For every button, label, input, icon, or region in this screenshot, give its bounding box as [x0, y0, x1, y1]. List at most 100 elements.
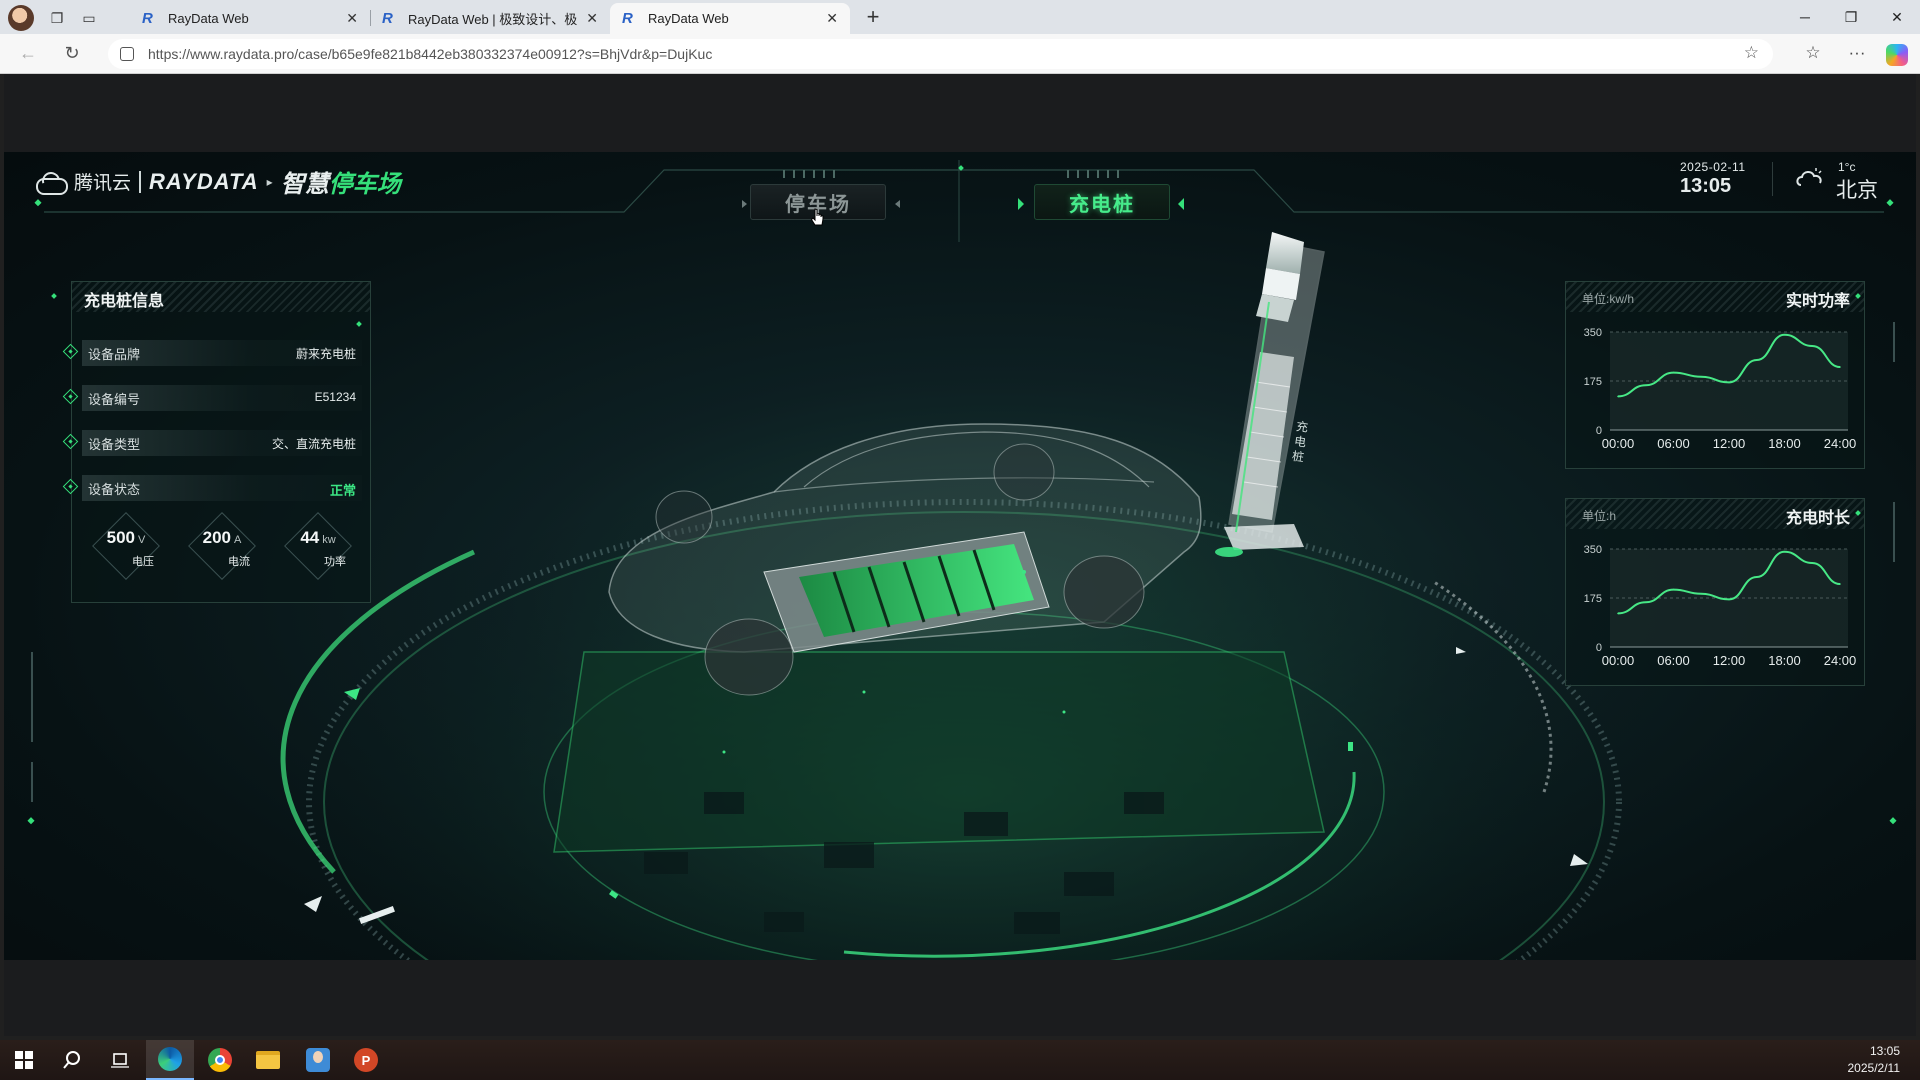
metric-unit: V — [138, 534, 146, 546]
metric-name: 电压 — [132, 556, 154, 568]
metric-value: 500 V — [96, 528, 156, 548]
row-value: 蔚来充电桩 — [295, 347, 356, 361]
minimize-button[interactable]: ─ — [1782, 0, 1828, 34]
chevron-right-icon: ▸ — [266, 174, 273, 189]
data-point — [1728, 598, 1730, 601]
row-label: 设备类型 — [88, 437, 141, 452]
clock-time: 13:05 — [1869, 1044, 1900, 1058]
person-app-icon — [306, 1048, 330, 1072]
back-button[interactable]: ← — [16, 43, 40, 64]
unit-label: 单位:h — [1582, 509, 1617, 523]
panel-title: 充电桩信息 — [84, 293, 165, 310]
data-point — [1644, 384, 1647, 386]
chrome-taskbar-button[interactable] — [196, 1040, 244, 1080]
task-view-button[interactable] — [96, 1040, 144, 1080]
data-point — [1728, 381, 1730, 384]
data-point — [1755, 576, 1758, 578]
new-tab-button[interactable]: + — [860, 4, 886, 30]
edge-taskbar-button[interactable] — [146, 1040, 194, 1080]
raydata-favicon-icon: R — [382, 9, 393, 27]
browser-tab-2[interactable]: R RayData Web | 极致设计、极简流 ✕ — [370, 3, 610, 34]
brand-raydata: RAYDATA — [149, 168, 259, 194]
search-button[interactable] — [48, 1040, 96, 1080]
metric-current: 200 A 电流 — [186, 510, 256, 580]
data-point — [1755, 359, 1758, 361]
tab-bar-left-icons: ❐ ▭ — [8, 5, 98, 31]
browser-tab-3-active[interactable]: R RayData Web ✕ — [610, 3, 850, 34]
x-tick-label: 06:00 — [1657, 653, 1690, 668]
close-window-button[interactable]: ✕ — [1874, 0, 1920, 34]
tab-actions-icon[interactable]: ▭ — [80, 9, 98, 27]
duration-line-chart: 017535000:00 06:00 12:00 18:00 24:00 — [1584, 544, 1857, 668]
date-time: 2025-02-11 13:05 — [1680, 160, 1746, 198]
powerpoint-icon: P — [354, 1048, 378, 1072]
file-explorer-button[interactable] — [244, 1040, 292, 1080]
system-clock[interactable]: 13:05 2025/2/11 — [1848, 1043, 1901, 1077]
row-label: 设备状态 — [88, 482, 141, 497]
profile-avatar[interactable] — [8, 5, 34, 31]
close-icon[interactable]: ✕ — [826, 10, 838, 27]
favorites-icon[interactable]: ☆ — [1801, 43, 1825, 63]
x-tick-label: 18:00 — [1768, 653, 1801, 668]
windows-logo-icon — [15, 1051, 33, 1069]
x-tick-label: 12:00 — [1713, 436, 1746, 451]
raydata-favicon-icon: R — [622, 9, 633, 27]
data-point — [1811, 345, 1814, 347]
info-row-serial: 设备编号 E51234 — [62, 383, 370, 413]
x-tick-label: 00:00 — [1602, 436, 1635, 451]
chrome-icon — [208, 1048, 232, 1072]
powerpoint-taskbar-button[interactable]: P — [342, 1040, 390, 1080]
data-point — [1700, 593, 1703, 595]
data-point — [1700, 376, 1703, 378]
cloudy-weather-icon — [1796, 168, 1822, 186]
metric-name: 功率 — [324, 556, 346, 568]
y-tick-label: 350 — [1584, 327, 1602, 339]
metric-number: 200 — [202, 528, 232, 547]
data-point — [1617, 612, 1619, 615]
tab-title: RayData Web — [648, 11, 729, 26]
restore-button[interactable]: ❐ — [1828, 0, 1874, 34]
browser-tab-1[interactable]: R RayData Web ✕ — [130, 3, 370, 34]
info-row-brand: 设备品牌 蔚来充电桩 — [62, 338, 370, 368]
time-text: 13:05 — [1680, 175, 1732, 197]
close-icon[interactable]: ✕ — [346, 10, 358, 27]
y-tick-label: 175 — [1584, 376, 1602, 388]
metric-unit: kw — [322, 534, 336, 546]
app-title-b: 停车场 — [328, 171, 401, 198]
edge-icon — [158, 1047, 182, 1071]
refresh-button[interactable]: ↻ — [60, 43, 84, 64]
more-options-icon[interactable]: ··· — [1845, 43, 1869, 63]
start-button[interactable] — [0, 1040, 48, 1080]
url-domain: https://www.raydata.pro — [148, 46, 295, 62]
data-point — [1672, 371, 1675, 374]
y-tick-label: 350 — [1584, 544, 1602, 556]
tab-title: RayData Web — [168, 11, 249, 26]
metric-number: 44 — [300, 528, 320, 547]
info-row-type: 设备类型 交、直流充电桩 — [62, 428, 370, 458]
row-label: 设备编号 — [88, 392, 141, 407]
metric-voltage: 500 V 电压 — [90, 510, 160, 580]
raydata-favicon-icon: R — [142, 9, 153, 27]
brand-logo: 腾讯云 RAYDATA ▸ 智慧停车场 — [34, 164, 401, 199]
address-bar: ← ↻ https://www.raydata.pro/case/b65e9fe… — [0, 34, 1920, 74]
metric-number: 500 — [106, 528, 136, 547]
row-value: E51234 — [314, 390, 356, 404]
data-point — [1839, 366, 1841, 368]
url-field[interactable]: https://www.raydata.pro/case/b65e9fe821b… — [108, 39, 1773, 69]
temperature: 1°c — [1838, 160, 1856, 174]
windows-taskbar: P 13:05 2025/2/11 — [0, 1040, 1920, 1080]
panel-marker — [356, 321, 362, 327]
favorite-star-icon[interactable]: ☆ — [1744, 43, 1759, 63]
url-text: https://www.raydata.pro/case/b65e9fe821b… — [148, 46, 712, 62]
copilot-icon[interactable] — [1886, 44, 1908, 66]
row-value: 交、直流充电桩 — [271, 437, 356, 451]
workspaces-icon[interactable]: ❐ — [48, 9, 66, 27]
data-point — [1617, 395, 1619, 398]
tab-charging-pile[interactable]: 充电桩 — [1034, 184, 1170, 220]
close-icon[interactable]: ✕ — [586, 10, 598, 27]
metric-power: 44 kw 功率 — [282, 510, 352, 580]
x-tick-label: 06:00 — [1657, 436, 1690, 451]
app-title-a: 智慧 — [280, 171, 329, 198]
app-taskbar-button[interactable] — [294, 1040, 342, 1080]
tab-title: RayData Web | 极致设计、极简流 — [408, 12, 578, 27]
